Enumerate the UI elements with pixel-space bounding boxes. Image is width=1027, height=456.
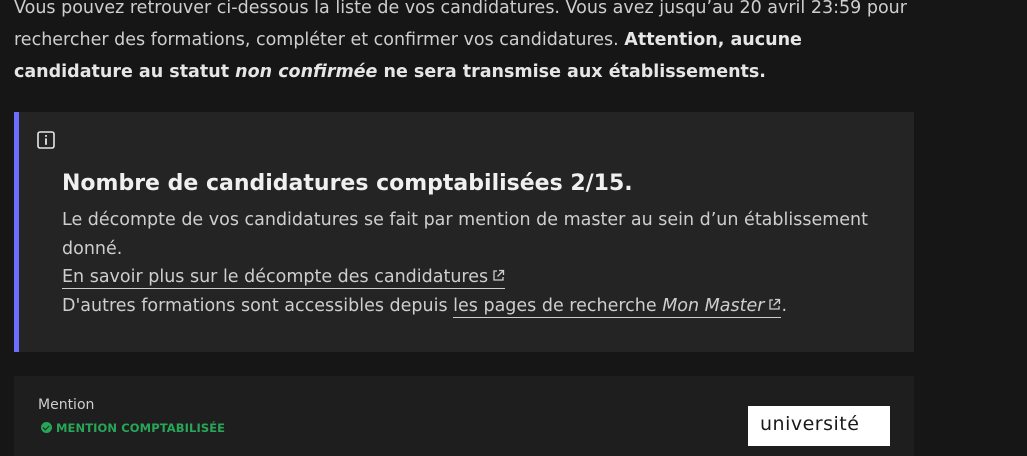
other-prefix: D'autres formations sont accessibles dep… xyxy=(62,295,454,316)
count-info-link[interactable]: En savoir plus sur le décompte des candi… xyxy=(62,267,506,289)
search-pages-link-brand: Mon Master xyxy=(662,295,765,316)
mention-label: Mention xyxy=(38,397,95,413)
intro-paragraph: Vous pouvez retrouver ci-dessous la list… xyxy=(14,0,914,88)
check-circle-icon xyxy=(41,422,52,433)
search-pages-link-label: les pages de recherche xyxy=(453,295,663,316)
status-badge: MENTION COMPTABILISÉE xyxy=(41,420,225,436)
info-icon xyxy=(37,131,55,149)
notice-title: Nombre de candidatures comptabilisées 2/… xyxy=(62,171,633,196)
notice-body: Le décompte de vos candidatures se fait … xyxy=(62,206,882,320)
count-info-link-label: En savoir plus sur le décompte des candi… xyxy=(62,267,489,287)
other-suffix: . xyxy=(781,295,788,316)
university-logo: université xyxy=(748,406,890,446)
notice-other-line: D'autres formations sont accessibles dep… xyxy=(62,292,882,321)
intro-warning-status: non confirmée xyxy=(235,62,378,82)
notice-description: Le décompte de vos candidatures se fait … xyxy=(62,210,869,259)
notice-link-line: En savoir plus sur le décompte des candi… xyxy=(62,263,882,292)
external-link-icon xyxy=(769,298,781,310)
university-logo-text: université xyxy=(760,413,860,435)
intro-warning-part-2: ne sera transmise aux établissements. xyxy=(377,62,766,82)
external-link-icon xyxy=(493,269,505,281)
search-pages-link[interactable]: les pages de recherche Mon Master xyxy=(453,295,782,318)
candidature-card: Mention MENTION COMPTABILISÉE université xyxy=(14,376,914,456)
status-badge-label: MENTION COMPTABILISÉE xyxy=(56,421,226,435)
